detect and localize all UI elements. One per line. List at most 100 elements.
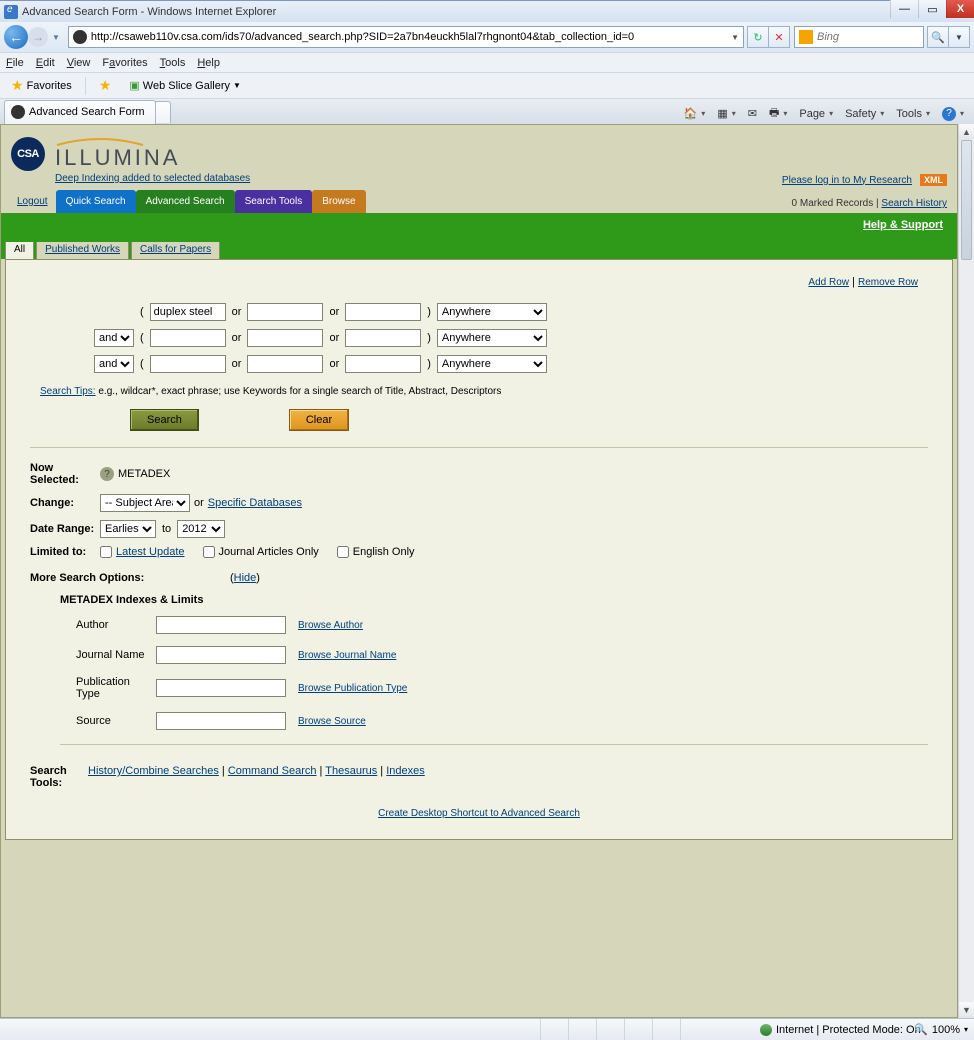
browser-search-input[interactable] (817, 31, 897, 43)
suggested-sites-button[interactable]: ★ (94, 75, 117, 96)
browse-pubtype-link[interactable]: Browse Publication Type (298, 683, 407, 694)
tab-quick-search[interactable]: Quick Search (56, 190, 136, 213)
help-support-link[interactable]: Help & Support (863, 219, 943, 231)
scroll-up-button[interactable]: ▲ (959, 124, 974, 140)
english-only-checkbox[interactable]: English Only (337, 546, 415, 558)
search-term-2b[interactable] (247, 329, 323, 347)
scroll-down-button[interactable]: ▼ (959, 1002, 974, 1018)
search-go-button[interactable]: 🔍 (927, 26, 949, 48)
hide-link[interactable]: Hide (234, 572, 257, 584)
publication-type-input[interactable] (156, 679, 286, 697)
index-row-pubtype: Publication Type Browse Publication Type (76, 676, 928, 700)
search-dropdown-button[interactable]: ▼ (948, 26, 970, 48)
subtab-calls-for-papers[interactable]: Calls for Papers (131, 239, 220, 259)
search-term-3b[interactable] (247, 355, 323, 373)
browse-source-link[interactable]: Browse Source (298, 716, 366, 727)
scroll-thumb[interactable] (961, 140, 972, 260)
menu-edit[interactable]: Edit (36, 57, 55, 69)
zoom-control[interactable]: 🔍 100% ▾ (914, 1023, 968, 1036)
subtab-all[interactable]: All (5, 239, 34, 259)
back-button[interactable]: ← (4, 25, 28, 49)
menu-file[interactable]: FFileile (6, 57, 24, 69)
author-input[interactable] (156, 616, 286, 634)
zoom-dropdown-icon[interactable]: ▾ (964, 1025, 968, 1034)
home-icon: 🏠 (684, 107, 698, 120)
add-row-link[interactable]: Add Row (808, 277, 849, 288)
create-shortcut-link[interactable]: Create Desktop Shortcut to Advanced Sear… (378, 808, 580, 819)
remove-row-link[interactable]: Remove Row (858, 277, 918, 288)
search-term-1b[interactable] (247, 303, 323, 321)
search-term-2a[interactable] (150, 329, 226, 347)
menu-tools[interactable]: Tools (160, 57, 186, 69)
bool-select-3[interactable]: and (94, 355, 134, 373)
search-term-1a[interactable] (150, 303, 226, 321)
vertical-scrollbar[interactable]: ▲ ▼ (958, 124, 974, 1018)
source-input[interactable] (156, 712, 286, 730)
journal-name-input[interactable] (156, 646, 286, 664)
field-select-2[interactable]: Anywhere (437, 329, 547, 347)
clear-button[interactable]: Clear (289, 409, 349, 431)
menu-help[interactable]: Help (197, 57, 220, 69)
search-button[interactable]: Search (130, 409, 199, 431)
help-menu[interactable]: ? (938, 105, 968, 123)
subtab-published-works[interactable]: Published Works (36, 239, 129, 259)
specific-databases-link[interactable]: Specific Databases (208, 497, 302, 509)
indexes-header: METADEX Indexes & Limits (60, 594, 928, 606)
search-term-2c[interactable] (345, 329, 421, 347)
web-slice-button[interactable]: ▣Web Slice Gallery ▼ (124, 77, 246, 94)
url-field[interactable]: ▼ (68, 26, 744, 48)
safety-menu[interactable]: Safety (841, 106, 888, 122)
maximize-button[interactable]: ▭ (918, 0, 946, 18)
tab-browse[interactable]: Browse (312, 190, 365, 213)
menu-favorites[interactable]: Favorites (102, 57, 147, 69)
stop-button[interactable]: ✕ (768, 26, 790, 48)
command-search-link[interactable]: Command Search (228, 765, 317, 777)
url-input[interactable] (91, 31, 727, 43)
close-button[interactable]: X (946, 0, 974, 18)
refresh-button[interactable]: ↻ (747, 26, 769, 48)
logout-link[interactable]: Logout (11, 190, 54, 213)
new-tab-button[interactable] (155, 101, 171, 123)
favorites-button[interactable]: ★Favorites (6, 75, 77, 96)
date-range-row: Date Range: Earliest to 2012 (30, 520, 928, 538)
info-icon[interactable]: ? (100, 467, 114, 481)
search-tips-link[interactable]: Search Tips: (40, 386, 96, 397)
history-combine-link[interactable]: History/Combine Searches (88, 765, 219, 777)
thesaurus-link[interactable]: Thesaurus (325, 765, 377, 777)
url-dropdown-icon[interactable]: ▼ (731, 33, 739, 42)
tab-advanced-search[interactable]: Advanced Search (136, 190, 235, 213)
field-select-1[interactable]: Anywhere (437, 303, 547, 321)
indexes-link[interactable]: Indexes (386, 765, 425, 777)
search-term-3c[interactable] (345, 355, 421, 373)
recent-dropdown-icon[interactable]: ▼ (52, 33, 60, 42)
browser-search-field[interactable] (794, 26, 924, 48)
forward-button[interactable]: → (28, 27, 48, 47)
login-link[interactable]: Please log in to My Research (782, 175, 912, 186)
browser-tab[interactable]: Advanced Search Form (4, 100, 156, 124)
separator (85, 77, 86, 95)
menu-view[interactable]: View (67, 57, 91, 69)
date-from-select[interactable]: Earliest (100, 520, 156, 538)
subject-area-select[interactable]: -- Subject Area -- (100, 494, 190, 512)
latest-update-checkbox[interactable]: Latest Update (100, 546, 185, 558)
home-button[interactable]: 🏠 (680, 105, 710, 122)
date-to-select[interactable]: 2012 (177, 520, 225, 538)
read-mail-button[interactable]: ✉ (744, 105, 761, 122)
print-button[interactable]: 🖶 (765, 102, 791, 125)
minimize-button[interactable]: — (890, 0, 918, 18)
browse-author-link[interactable]: Browse Author (298, 620, 363, 631)
star-icon: ★ (11, 77, 24, 94)
search-term-1c[interactable] (345, 303, 421, 321)
journal-only-checkbox[interactable]: Journal Articles Only (203, 546, 319, 558)
deep-indexing-link[interactable]: Deep Indexing added to selected database… (55, 173, 250, 184)
search-history-link[interactable]: Search History (881, 198, 947, 209)
field-select-3[interactable]: Anywhere (437, 355, 547, 373)
tools-menu[interactable]: Tools (892, 106, 934, 122)
search-term-3a[interactable] (150, 355, 226, 373)
tab-search-tools[interactable]: Search Tools (235, 190, 313, 213)
page-menu[interactable]: Page (795, 106, 837, 122)
browse-journal-link[interactable]: Browse Journal Name (298, 650, 396, 661)
xml-badge[interactable]: XML (920, 174, 947, 186)
bool-select-2[interactable]: and (94, 329, 134, 347)
feeds-button[interactable]: ▦ (713, 105, 739, 122)
